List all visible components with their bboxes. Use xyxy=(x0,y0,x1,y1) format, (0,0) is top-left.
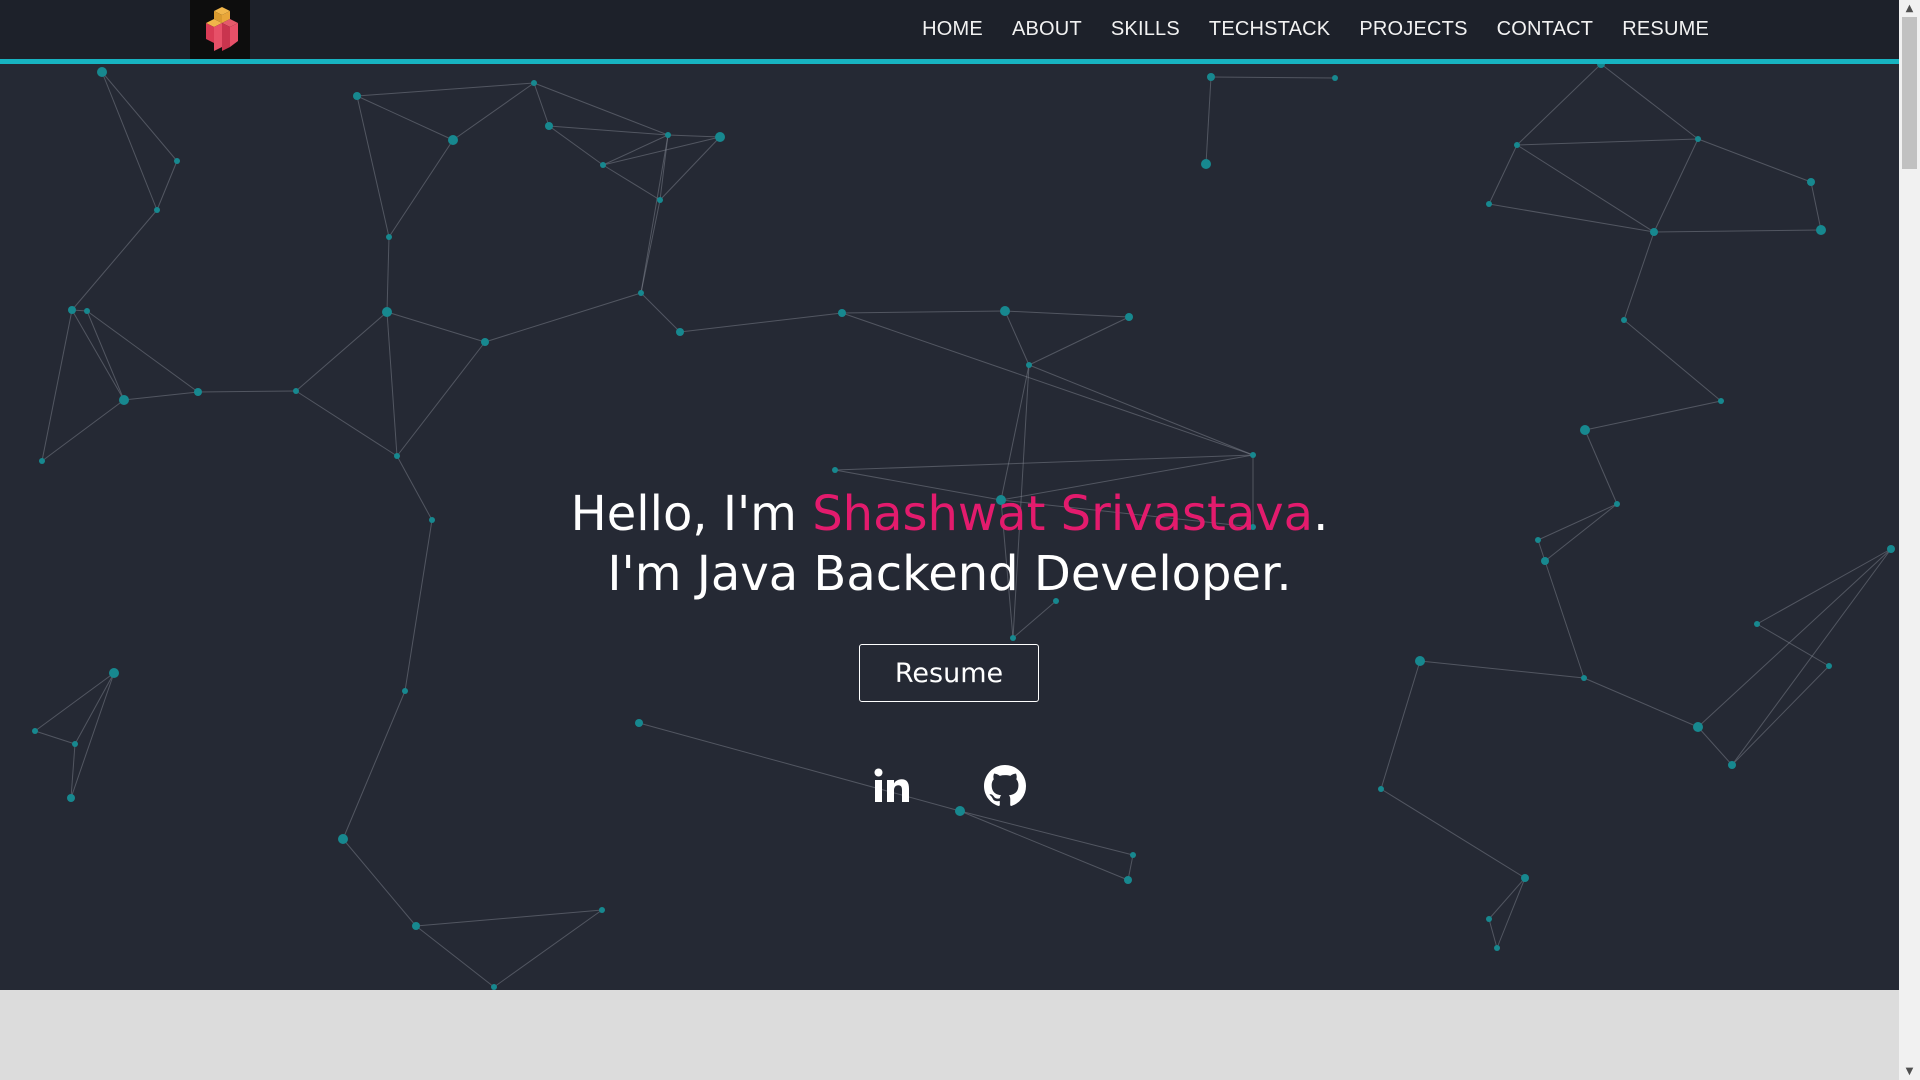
next-section xyxy=(0,990,1899,1080)
nav-home[interactable]: HOME xyxy=(922,18,983,41)
github-icon[interactable] xyxy=(979,760,1031,812)
scroll-thumb[interactable] xyxy=(1902,17,1917,169)
nav-menu: HOME ABOUT SKILLS TECHSTACK PROJECTS CON… xyxy=(922,0,1709,59)
hero-section: Hello, I'm Shashwat Srivastava. I'm Java… xyxy=(0,64,1899,990)
linkedin-icon[interactable] xyxy=(866,760,918,812)
nav-techstack[interactable]: TECHSTACK xyxy=(1209,18,1330,41)
cubes-logo-icon[interactable] xyxy=(190,0,250,59)
greeting-prefix: Hello, I'm xyxy=(570,486,813,542)
resume-button[interactable]: Resume xyxy=(859,644,1039,702)
page-scrollbar[interactable]: ▲ ▼ xyxy=(1899,0,1920,1080)
nav-resume[interactable]: RESUME xyxy=(1622,18,1709,41)
nav-about[interactable]: ABOUT xyxy=(1012,18,1082,41)
hero-role: I'm Java Backend Developer. xyxy=(607,546,1292,602)
nav-projects[interactable]: PROJECTS xyxy=(1359,18,1467,41)
greeting-suffix: . xyxy=(1313,486,1329,542)
hero-greeting: Hello, I'm Shashwat Srivastava. xyxy=(0,484,1899,544)
nav-skills[interactable]: SKILLS xyxy=(1111,18,1180,41)
scroll-down-arrow-icon[interactable]: ▼ xyxy=(1899,1063,1920,1080)
navbar: HOME ABOUT SKILLS TECHSTACK PROJECTS CON… xyxy=(0,0,1899,64)
hero-name: Shashwat Srivastava xyxy=(812,486,1314,542)
hero-content: Hello, I'm Shashwat Srivastava. I'm Java… xyxy=(0,64,1899,990)
scroll-up-arrow-icon[interactable]: ▲ xyxy=(1899,0,1920,17)
nav-contact[interactable]: CONTACT xyxy=(1497,18,1594,41)
